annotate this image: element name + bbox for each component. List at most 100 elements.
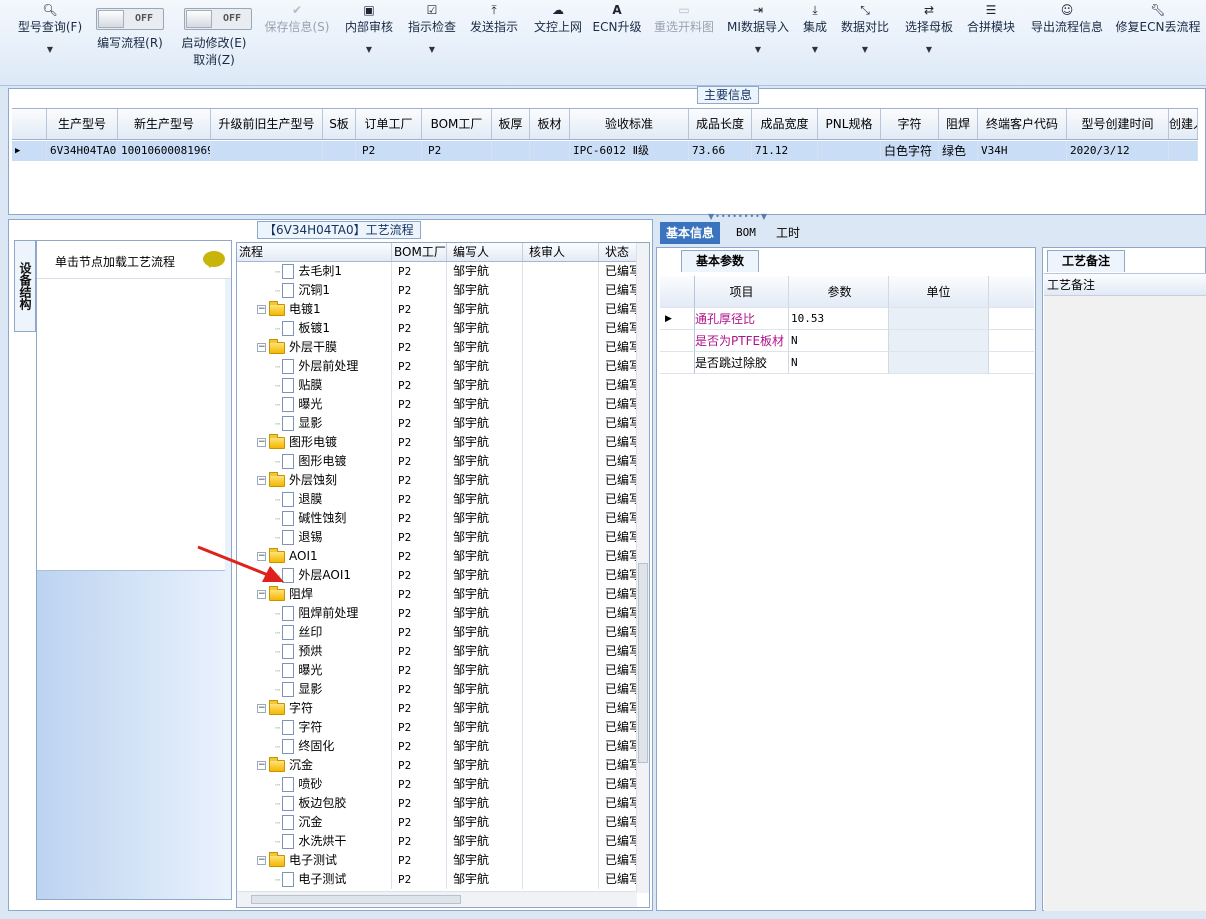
tree-node[interactable]: − 外层蚀刻	[237, 471, 392, 490]
mi-import-button[interactable]: ⇥ MI数据导入 ▼	[725, 2, 791, 56]
tab-equipment-structure[interactable]: 设备结构	[14, 240, 36, 332]
vertical-scrollbar[interactable]	[636, 243, 649, 893]
tree-node[interactable]: ┄ 终固化	[237, 737, 392, 756]
tree-row[interactable]: ┄ 去毛刺1 P2邹宇航 已编写	[237, 262, 637, 281]
tree-row[interactable]: ┄ 预烘 P2邹宇航 已编写	[237, 642, 637, 661]
data-compare-button[interactable]: ⤡ 数据对比 ▼	[838, 2, 892, 56]
col-header[interactable]: 验收标准	[570, 109, 689, 139]
col-header[interactable]: 流程	[237, 243, 392, 261]
col-header[interactable]: BOM工厂	[392, 243, 447, 261]
fix-ecn-flow-button[interactable]: 🔧︎ 修复ECN丢流程	[1114, 2, 1202, 36]
tree-node[interactable]: ┄ 退膜	[237, 490, 392, 509]
col-header[interactable]: 成品宽度	[752, 109, 818, 139]
tree-row[interactable]: ┄ 退锡 P2邹宇航 已编写	[237, 528, 637, 547]
tree-node[interactable]: ┄ 预烘	[237, 642, 392, 661]
collapse-icon[interactable]: −	[257, 856, 266, 865]
reselect-cutting-button[interactable]: ▭ 重选开料图	[651, 2, 717, 36]
collapse-icon[interactable]: −	[257, 305, 266, 314]
collapse-icon[interactable]: −	[257, 590, 266, 599]
tree-node[interactable]: ┄ 外层前处理	[237, 357, 392, 376]
col-header[interactable]: 板材	[530, 109, 570, 139]
col-header[interactable]: BOM工厂	[422, 109, 492, 139]
tree-row[interactable]: ┄ 沉金 P2邹宇航 已编写	[237, 813, 637, 832]
tree-row[interactable]: ┄ 电子测试 P2邹宇航 已编写	[237, 870, 637, 889]
tree-row[interactable]: ┄ 显影 P2邹宇航 已编写	[237, 414, 637, 433]
tab-process-note[interactable]: 工艺备注	[1047, 250, 1126, 272]
edit-flow-toggle[interactable]: OFF	[96, 8, 164, 30]
internal-review-button[interactable]: ▣ 内部审核 ▼	[342, 2, 396, 56]
col-header[interactable]: 阻焊	[939, 109, 978, 139]
tree-row[interactable]: − 沉金 P2邹宇航 已编写	[237, 756, 637, 775]
tree-row[interactable]: − 电镀1 P2邹宇航 已编写	[237, 300, 637, 319]
tab-bom[interactable]: BOM	[730, 222, 762, 244]
tree-node[interactable]: ┄ 沉金	[237, 813, 392, 832]
collapse-icon[interactable]: −	[257, 476, 266, 485]
node-panel-header[interactable]: 单击节点加载工艺流程	[37, 241, 231, 279]
collapse-icon[interactable]: −	[257, 343, 266, 352]
tree-node[interactable]: − 电子测试	[237, 851, 392, 870]
tree-node[interactable]: ┄ 贴膜	[237, 376, 392, 395]
collapse-icon[interactable]: −	[257, 761, 266, 770]
col-header[interactable]: 核审人	[523, 243, 599, 261]
col-header[interactable]: 升级前旧生产型号	[211, 109, 323, 139]
horizontal-scrollbar[interactable]	[237, 891, 637, 907]
merge-module-button[interactable]: ☰ 合拼模块	[964, 2, 1018, 36]
tree-row[interactable]: ┄ 喷砂 P2邹宇航 已编写	[237, 775, 637, 794]
send-instruction-button[interactable]: ⤒ 发送指示	[467, 2, 521, 36]
tree-row[interactable]: ┄ 曝光 P2邹宇航 已编写	[237, 661, 637, 680]
start-edit-toggle[interactable]: OFF	[184, 8, 252, 30]
col-header[interactable]: 订单工厂	[356, 109, 422, 139]
col-header[interactable]: 生产型号	[47, 109, 118, 139]
col-header[interactable]: S板	[323, 109, 356, 139]
export-flow-button[interactable]: ☺ 导出流程信息	[1028, 2, 1106, 36]
cancel-label[interactable]: 取消(Z)	[174, 52, 254, 69]
tree-node[interactable]: ┄ 水洗烘干	[237, 832, 392, 851]
tree-row[interactable]: − 外层干膜 P2邹宇航 已编写	[237, 338, 637, 357]
table-row[interactable]: 是否为PTFE板材 N	[660, 330, 1034, 352]
tree-node[interactable]: ┄ 板边包胶	[237, 794, 392, 813]
tree-node[interactable]: − 沉金	[237, 756, 392, 775]
col-header[interactable]: 新生产型号	[118, 109, 211, 139]
tree-row[interactable]: ┄ 字符 P2邹宇航 已编写	[237, 718, 637, 737]
scroll-thumb[interactable]	[251, 895, 461, 904]
tree-node[interactable]: − 图形电镀	[237, 433, 392, 452]
tree-row[interactable]: ┄ 水洗烘干 P2邹宇航 已编写	[237, 832, 637, 851]
col-header[interactable]: 状态	[599, 243, 637, 261]
tree-row[interactable]: − 外层蚀刻 P2邹宇航 已编写	[237, 471, 637, 490]
tree-row[interactable]: − 字符 P2邹宇航 已编写	[237, 699, 637, 718]
tree-node[interactable]: ┄ 丝印	[237, 623, 392, 642]
tree-node[interactable]: ┄ 图形电镀	[237, 452, 392, 471]
tree-node[interactable]: ┄ 曝光	[237, 395, 392, 414]
tree-row[interactable]: − 阻焊 P2邹宇航 已编写	[237, 585, 637, 604]
tree-node[interactable]: − 电镀1	[237, 300, 392, 319]
tree-node[interactable]: ┄ 喷砂	[237, 775, 392, 794]
tree-row[interactable]: ┄ 显影 P2邹宇航 已编写	[237, 680, 637, 699]
tree-node[interactable]: ┄ 显影	[237, 680, 392, 699]
collapse-icon[interactable]: −	[257, 438, 266, 447]
ecn-upgrade-button[interactable]: A ECN升级	[592, 2, 642, 36]
col-header[interactable]: 板厚	[492, 109, 530, 139]
tab-basic-params[interactable]: 基本参数	[681, 250, 760, 272]
table-row[interactable]: 是否跳过除胶 N	[660, 352, 1034, 374]
tree-node[interactable]: − 字符	[237, 699, 392, 718]
collapse-icon[interactable]: −	[257, 704, 266, 713]
tree-node[interactable]: ┄ 阻焊前处理	[237, 604, 392, 623]
model-query-button[interactable]: 🔍︎ 型号查询(F) ▼	[14, 2, 86, 56]
tree-row[interactable]: ┄ 碱性蚀刻 P2邹宇航 已编写	[237, 509, 637, 528]
tree-row[interactable]: ┄ 贴膜 P2邹宇航 已编写	[237, 376, 637, 395]
main-info-row[interactable]: ▶ 6V34H04TA0 10010600081969 P2 P2 IPC-60…	[12, 141, 1198, 161]
col-header[interactable]: PNL规格	[818, 109, 881, 139]
doc-upload-button[interactable]: ☁ 文控上网	[531, 2, 585, 36]
tree-row[interactable]: ┄ 退膜 P2邹宇航 已编写	[237, 490, 637, 509]
tree-node[interactable]: ┄ 字符	[237, 718, 392, 737]
tree-node[interactable]: ┄ 碱性蚀刻	[237, 509, 392, 528]
tree-row[interactable]: ┄ 外层前处理 P2邹宇航 已编写	[237, 357, 637, 376]
col-header[interactable]: 创建人	[1169, 109, 1198, 139]
tree-row[interactable]: ┄ 板镀1 P2邹宇航 已编写	[237, 319, 637, 338]
table-row[interactable]: ▶ 通孔厚径比 10.53	[660, 308, 1034, 330]
col-header[interactable]: 字符	[881, 109, 939, 139]
col-header[interactable]: 项目	[695, 276, 789, 308]
tree-row[interactable]: ┄ 阻焊前处理 P2邹宇航 已编写	[237, 604, 637, 623]
tree-row[interactable]: ┄ 图形电镀 P2邹宇航 已编写	[237, 452, 637, 471]
tree-node[interactable]: ┄ 沉铜1	[237, 281, 392, 300]
